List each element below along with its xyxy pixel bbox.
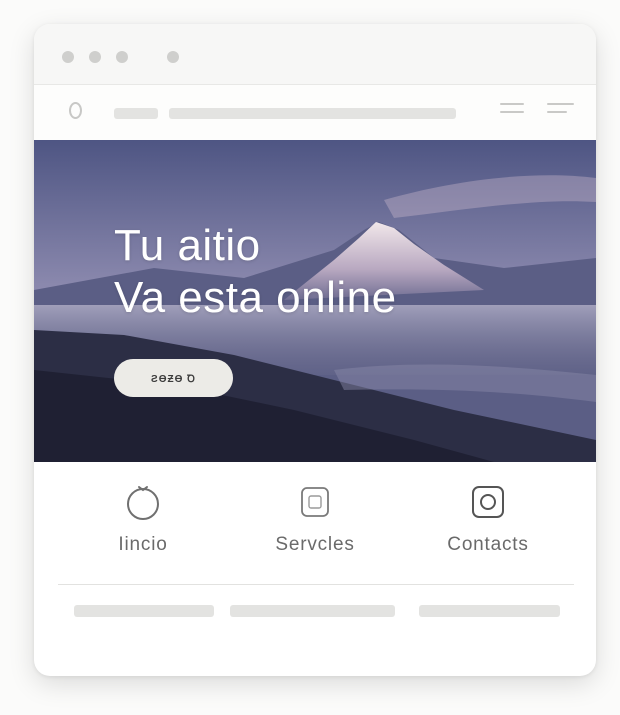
menu-icon[interactable] [500, 103, 576, 123]
address-placeholder-bar [169, 108, 456, 119]
nav-item-label: Contacts [447, 534, 529, 555]
camera-icon [472, 486, 504, 518]
window-extra-dot [167, 51, 179, 63]
nav-item-label: Servcles [275, 534, 355, 555]
window-minimize-dot[interactable] [89, 51, 101, 63]
window-titlebar [34, 24, 596, 85]
square-icon [301, 487, 329, 517]
footer-placeholder-bar [419, 605, 560, 617]
browser-window: Tu aitio Va esta online ƧƟƵƟ Ꝺ Iincio Se… [34, 24, 596, 676]
window-maximize-dot[interactable] [116, 51, 128, 63]
footer-placeholder-bar [74, 605, 214, 617]
hero-title: Tu aitio Va esta online [114, 220, 397, 324]
footer-placeholder-bar [230, 605, 395, 617]
site-navbar [34, 85, 596, 141]
hero-banner: Tu aitio Va esta online ƧƟƵƟ Ꝺ [34, 140, 596, 462]
hero-cta-button[interactable]: ƧƟƵƟ Ꝺ [114, 359, 233, 397]
nav-item-label: Iincio [118, 534, 168, 555]
feature-nav: Iincio Servcles Contacts [34, 462, 596, 584]
site-logo-icon[interactable] [69, 102, 82, 119]
window-close-dot[interactable] [62, 51, 74, 63]
nav-placeholder-bar [114, 108, 158, 119]
circle-icon [127, 486, 159, 520]
nav-item-contacts[interactable]: Contacts [408, 482, 568, 582]
nav-item-services[interactable]: Servcles [235, 482, 395, 582]
hero-title-line-1: Tu aitio [114, 221, 261, 270]
hero-title-line-2: Va esta online [114, 273, 397, 322]
footer-divider [58, 584, 574, 585]
nav-item-inicio[interactable]: Iincio [63, 482, 223, 582]
